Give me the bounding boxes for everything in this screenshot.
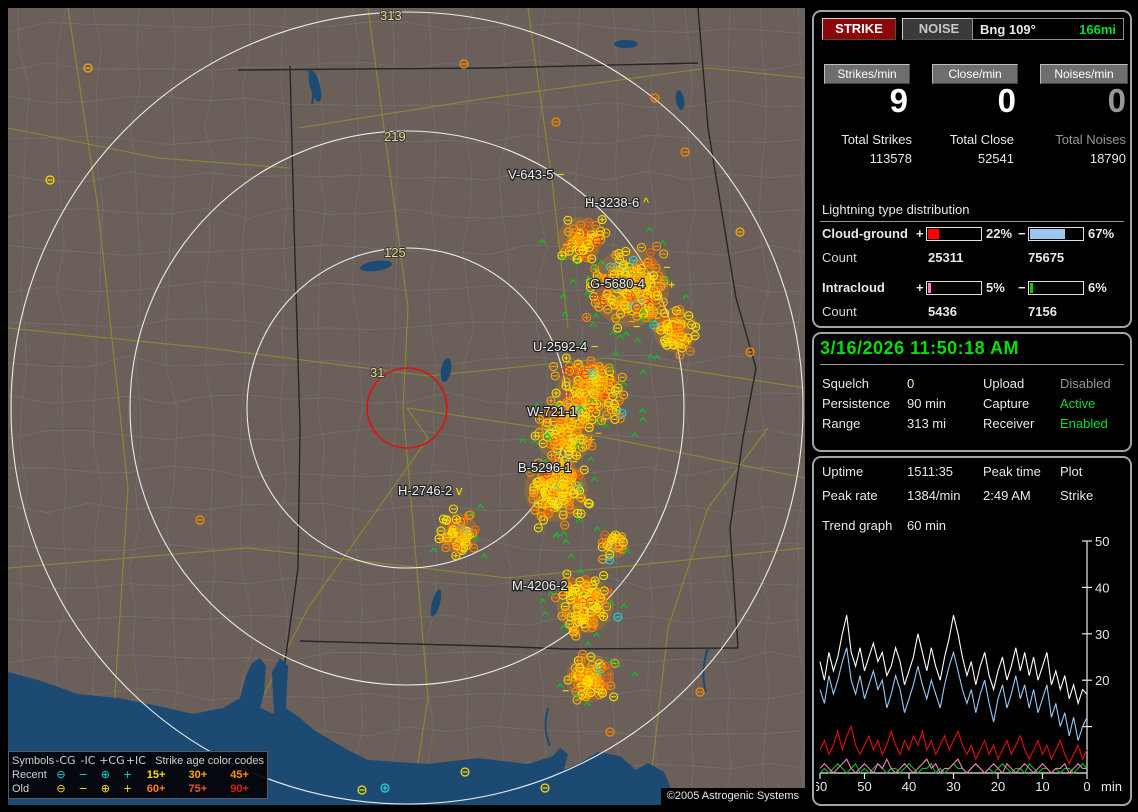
squelch-label: Squelch bbox=[822, 376, 869, 391]
strikes-per-min-value: 9 bbox=[814, 82, 908, 120]
svg-text:0: 0 bbox=[1083, 779, 1090, 794]
svg-text:60: 60 bbox=[816, 779, 827, 794]
trend-graph-label: Trend graph bbox=[822, 518, 892, 533]
intracloud-label: Intracloud bbox=[822, 280, 885, 295]
storm-cell-label: U-2592-4 − bbox=[533, 339, 598, 354]
count-label: Count bbox=[822, 250, 857, 265]
peak-time-label: Peak time bbox=[983, 464, 1041, 479]
ring-label: 125 bbox=[384, 245, 406, 260]
ic-plus-bar bbox=[926, 281, 982, 295]
svg-text:20: 20 bbox=[991, 779, 1005, 794]
total-strikes-value: 113578 bbox=[814, 151, 912, 166]
map-canvas: 313 219 125 31 V-643-5 − H-3238-6 ^ G-5680-4 U… bbox=[8, 8, 805, 805]
cg-plus-bar bbox=[926, 227, 982, 241]
svg-text:10: 10 bbox=[1035, 779, 1049, 794]
strikes-per-min-tab: Strikes/min bbox=[824, 64, 910, 84]
minus-sign: − bbox=[1018, 280, 1026, 295]
cg-plus-pct: 22% bbox=[986, 226, 1012, 241]
strike-counters-panel: STRIKE NOISE Bng 109° 166mi Strikes/min … bbox=[812, 10, 1132, 328]
storm-cell-label: M-4206-2 − bbox=[512, 578, 579, 593]
trend-graph: 20 30 40 50 60 50 40 30 20 10 0 min bbox=[816, 535, 1128, 798]
svg-text:40: 40 bbox=[1095, 580, 1109, 595]
upload-label: Upload bbox=[983, 376, 1024, 391]
plus-sign: + bbox=[916, 226, 924, 241]
copyright-text: ©2005 Astrogenic Systems bbox=[661, 788, 805, 805]
noises-per-min-tab: Noises/min bbox=[1040, 64, 1128, 84]
datetime-display: 3/16/2026 11:50:18 AM bbox=[820, 338, 1019, 359]
close-per-min-tab: Close/min bbox=[932, 64, 1018, 84]
storm-cell-label: W-721-1 bbox=[527, 404, 577, 419]
total-close-label: Total Close bbox=[918, 132, 1014, 147]
close-per-min-value: 0 bbox=[922, 82, 1016, 120]
receiver-label: Receiver bbox=[983, 416, 1034, 431]
plot-label: Plot bbox=[1060, 464, 1082, 479]
legend-row: Old⊖−⊕+60+75+90+ bbox=[12, 782, 264, 796]
cloud-ground-label: Cloud-ground bbox=[822, 226, 908, 241]
svg-text:50: 50 bbox=[857, 779, 871, 794]
cg-minus-pct: 67% bbox=[1088, 226, 1114, 241]
minus-sign: − bbox=[1018, 226, 1026, 241]
plot-mode-value: Strike bbox=[1060, 488, 1093, 503]
range-label: Range bbox=[822, 416, 860, 431]
ic-minus-pct: 6% bbox=[1088, 280, 1107, 295]
lightning-map[interactable]: 313 219 125 31 V-643-5 − H-3238-6 ^ G-5680-4 U… bbox=[8, 8, 805, 805]
svg-text:30: 30 bbox=[946, 779, 960, 794]
storm-cell-label: B-5296-1 bbox=[518, 460, 571, 475]
uptime-label: Uptime bbox=[822, 464, 863, 479]
range-value: 313 mi bbox=[907, 416, 946, 431]
trend-panel: Uptime 1511:35 Peak time Plot Peak rate … bbox=[812, 456, 1132, 806]
bearing-distance: 166mi bbox=[1079, 22, 1116, 37]
svg-text:50: 50 bbox=[1095, 535, 1109, 549]
upload-status: Disabled bbox=[1060, 376, 1111, 391]
storm-cell-label: V-643-5 − bbox=[508, 167, 565, 182]
ring-label: 219 bbox=[384, 129, 406, 144]
ring-label: 31 bbox=[370, 365, 384, 380]
trend-graph-window: 60 min bbox=[907, 518, 946, 533]
svg-text:min: min bbox=[1101, 779, 1122, 794]
cg-plus-count: 25311 bbox=[928, 250, 963, 265]
persistence-label: Persistence bbox=[822, 396, 890, 411]
svg-text:30: 30 bbox=[1095, 627, 1109, 642]
peak-time-value: 2:49 AM bbox=[983, 488, 1031, 503]
noises-per-min-value: 0 bbox=[1032, 82, 1126, 120]
svg-text:40: 40 bbox=[902, 779, 916, 794]
distribution-title: Lightning type distribution bbox=[820, 202, 1124, 222]
noise-button[interactable]: NOISE bbox=[902, 18, 976, 40]
cg-minus-count: 75675 bbox=[1028, 250, 1064, 265]
receiver-status: Enabled bbox=[1060, 416, 1108, 431]
ic-plus-count: 5436 bbox=[928, 304, 957, 319]
legend-row: Recent⊖−⊕+15+30+45+ bbox=[12, 768, 264, 782]
uptime-value: 1511:35 bbox=[907, 464, 953, 479]
peak-rate-value: 1384/min bbox=[907, 488, 960, 503]
strike-button[interactable]: STRIKE bbox=[822, 18, 896, 40]
persistence-value: 90 min bbox=[907, 396, 946, 411]
capture-label: Capture bbox=[983, 396, 1029, 411]
cg-minus-bar bbox=[1028, 227, 1084, 241]
ic-minus-bar bbox=[1028, 281, 1084, 295]
bearing-value: Bng 109° bbox=[980, 22, 1036, 37]
total-strikes-label: Total Strikes bbox=[814, 132, 912, 147]
count-label: Count bbox=[822, 304, 857, 319]
status-panel: 3/16/2026 11:50:18 AM Squelch 0 Upload D… bbox=[812, 332, 1132, 452]
capture-status: Active bbox=[1060, 396, 1095, 411]
squelch-value: 0 bbox=[907, 376, 914, 391]
peak-rate-label: Peak rate bbox=[822, 488, 878, 503]
storm-cell-label: H-3238-6 ^ bbox=[585, 195, 650, 210]
bearing-readout: Bng 109° 166mi bbox=[972, 18, 1124, 40]
ic-minus-count: 7156 bbox=[1028, 304, 1057, 319]
svg-text:20: 20 bbox=[1095, 673, 1109, 688]
ring-label: 313 bbox=[380, 8, 402, 23]
storm-cell-label: H-2746-2 v bbox=[398, 483, 463, 498]
legend-header: Symbols-CG-IC+CG+ICStrike age color code… bbox=[12, 754, 264, 768]
map-symbol-legend: Symbols-CG-IC+CG+ICStrike age color code… bbox=[8, 751, 268, 799]
plus-sign: + bbox=[916, 280, 924, 295]
total-close-value: 52541 bbox=[918, 151, 1014, 166]
ic-plus-pct: 5% bbox=[986, 280, 1005, 295]
storm-cell-label: G-5680-4 bbox=[590, 276, 645, 291]
total-noises-label: Total Noises bbox=[1026, 132, 1126, 147]
total-noises-value: 18790 bbox=[1026, 151, 1126, 166]
